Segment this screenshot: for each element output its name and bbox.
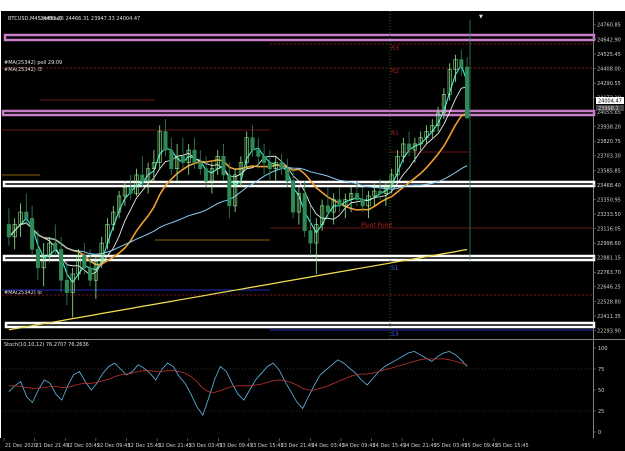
price-tick-label: 23468.40 xyxy=(597,183,621,189)
chart-shift-marker[interactable]: ▼ xyxy=(479,14,483,20)
candle-body xyxy=(30,217,35,250)
candle-body xyxy=(163,131,168,151)
time-tick-label: 24 Dec 03:45 xyxy=(311,443,345,449)
candle-body xyxy=(88,267,93,281)
price-tick-label: 24408.00 xyxy=(597,66,621,72)
ohlc-readout: 24403.26 24466.31 23947.33 24004.47 xyxy=(40,16,140,22)
candle-body xyxy=(59,248,64,281)
candle-body xyxy=(360,199,365,207)
price-tick-label: 24290.55 xyxy=(597,81,621,87)
candle-body xyxy=(407,143,412,151)
time-tick-label: 21 Dec 21:45 xyxy=(36,443,70,449)
time-tick-label: 25 Dec 09:45 xyxy=(464,443,498,449)
candle-body xyxy=(465,66,470,119)
time-tick-label: 24 Dec 15:45 xyxy=(373,443,407,449)
stoch-chart-area xyxy=(1,340,593,438)
candle-body xyxy=(262,156,267,163)
price-tick-label: 23233.50 xyxy=(597,212,621,218)
candle-body xyxy=(291,180,296,213)
stoch-tick-label: 100 xyxy=(598,346,608,352)
level-label-r1: R1 xyxy=(391,130,399,137)
candle-body xyxy=(204,168,209,182)
stoch-tick-label: 0 xyxy=(598,430,601,436)
time-tick-label: 24 Dec 21:45 xyxy=(403,443,437,449)
secondary-price-value: 23998.1 xyxy=(598,106,619,112)
time-tick-label: 25 Dec 03:45 xyxy=(434,443,468,449)
candle-body xyxy=(267,162,272,170)
candle-body xyxy=(285,168,290,182)
candle-body xyxy=(459,59,464,68)
price-tick-label: 22881.15 xyxy=(597,256,621,262)
price-tick-label: 22998.60 xyxy=(597,241,621,247)
candle-body xyxy=(256,149,261,157)
price-tick-label: 22528.80 xyxy=(597,299,621,305)
level-label-r2: R2 xyxy=(391,68,399,75)
candle-body xyxy=(192,149,197,163)
time-tick-label: 23 Dec 09:45 xyxy=(219,443,253,449)
stoch-tick-label: 75 xyxy=(598,367,604,373)
candle-body xyxy=(53,242,58,250)
time-tick-label: 25 Dec 15:45 xyxy=(495,443,529,449)
price-tick-label: 24760.85 xyxy=(597,23,621,29)
candle-body xyxy=(337,199,342,207)
candle-body xyxy=(6,224,11,238)
stoch-tick-label: 50 xyxy=(598,388,604,394)
candle-body xyxy=(198,162,203,170)
candle-body xyxy=(354,193,359,200)
stoch-tick-label: 25 xyxy=(598,409,604,415)
candle-body xyxy=(180,156,185,163)
candle-body xyxy=(140,174,145,182)
price-tick-label: 23938.20 xyxy=(597,125,621,131)
indicator-label-1: #MA(25342) poll 29.09 xyxy=(4,60,62,66)
level-label-r3: R3 xyxy=(391,45,399,52)
candle-body xyxy=(169,149,174,170)
price-tick-label: 24642.90 xyxy=(597,37,621,43)
candle-body xyxy=(308,230,313,244)
candle-body xyxy=(221,156,226,176)
time-tick-label: 22 Dec 03:45 xyxy=(66,443,100,449)
stoch-label: Stoch(10,10,12) 76.2707 76.2636 xyxy=(4,342,89,348)
price-tick-label: 23350.95 xyxy=(597,197,621,203)
candle-body xyxy=(128,186,133,194)
candle-body xyxy=(24,211,29,219)
candle-body xyxy=(302,193,307,231)
price-tick-label: 22293.90 xyxy=(597,328,621,334)
time-tick-label: 22 Dec 21:45 xyxy=(158,443,192,449)
candle-body xyxy=(325,205,330,213)
price-tick-label: 23820.75 xyxy=(597,139,621,145)
current-price-value: 24004.47 xyxy=(598,99,622,105)
candle-body xyxy=(82,255,87,269)
price-tick-label: 22763.70 xyxy=(597,270,621,276)
price-tick-label: 22411.35 xyxy=(597,314,621,320)
price-tick-label: 23116.05 xyxy=(597,226,621,232)
price-scale-area xyxy=(593,11,625,438)
price-tick-label: 23703.30 xyxy=(597,154,621,160)
time-tick-label: 23 Dec 21:45 xyxy=(281,443,315,449)
candle-body xyxy=(279,162,284,170)
level-label-s3: S3 xyxy=(391,331,399,338)
candle-body xyxy=(227,174,232,207)
candle-body xyxy=(64,279,69,293)
candle-body xyxy=(35,248,40,269)
price-tick-label: 23585.85 xyxy=(597,168,621,174)
time-tick-label: 21 Dec 2020 xyxy=(5,443,37,449)
chart-window: BTCUSD,M45 (offline) 24403.26 24466.31 2… xyxy=(0,0,625,451)
price-tick-label: 22646.25 xyxy=(597,285,621,291)
level-label-s1: S1 xyxy=(391,265,399,272)
chart-canvas[interactable]: BTCUSD,M45 (offline) 24403.26 24466.31 2… xyxy=(0,0,625,451)
price-tick-label: 24525.45 xyxy=(597,52,621,58)
time-tick-label: 24 Dec 09:45 xyxy=(342,443,376,449)
time-tick-label: 23 Dec 15:45 xyxy=(250,443,284,449)
time-tick-label: 23 Dec 03:45 xyxy=(189,443,223,449)
time-tick-label: 22 Dec 09:45 xyxy=(97,443,131,449)
level-label-pivot: Pivot Point xyxy=(361,222,393,229)
candle-body xyxy=(250,137,255,151)
time-tick-label: 22 Dec 15:45 xyxy=(128,443,162,449)
candle-body xyxy=(378,190,383,194)
